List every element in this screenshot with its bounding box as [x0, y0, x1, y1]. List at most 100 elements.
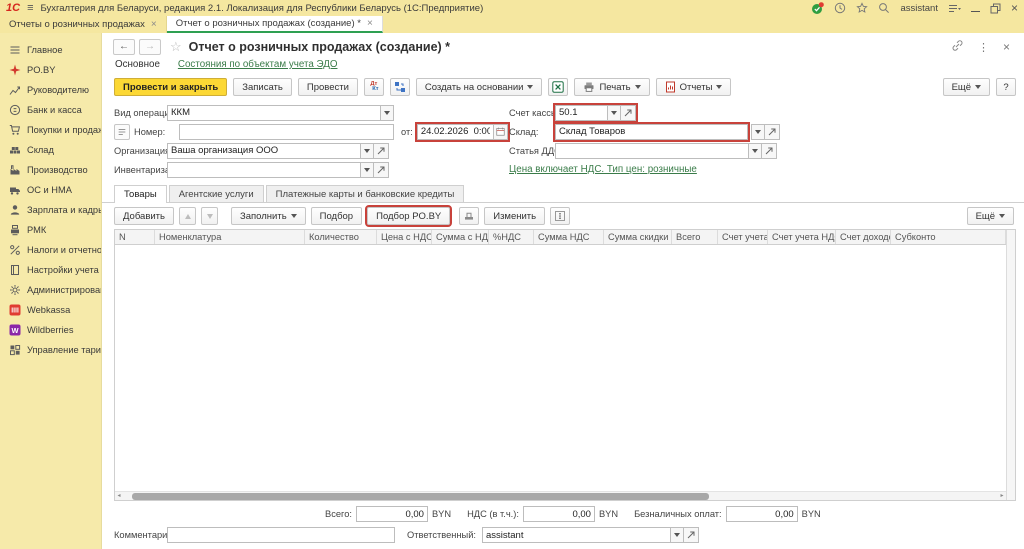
- scrollbar-thumb[interactable]: [132, 493, 710, 500]
- service-menu-icon[interactable]: [948, 3, 961, 14]
- column-header[interactable]: Субконто: [891, 230, 1006, 244]
- print-button[interactable]: Печать: [574, 78, 649, 96]
- warehouse-field[interactable]: [555, 124, 748, 140]
- tab-agent-services[interactable]: Агентские услуги: [169, 185, 264, 202]
- search-icon[interactable]: [878, 2, 890, 14]
- tab-close-icon[interactable]: ×: [367, 18, 373, 29]
- comment-field[interactable]: [167, 527, 395, 543]
- responsible-field[interactable]: [482, 527, 670, 543]
- window-minimize-icon[interactable]: [971, 5, 980, 12]
- inventory-dropdown-button[interactable]: [360, 162, 374, 178]
- post-and-close-button[interactable]: Провести и закрыть: [114, 78, 227, 96]
- tab-close-icon[interactable]: ×: [151, 19, 157, 30]
- column-header[interactable]: Всего: [672, 230, 718, 244]
- organization-dropdown-button[interactable]: [360, 143, 374, 159]
- sidebar-item-book[interactable]: Настройки учета: [0, 260, 101, 280]
- sidebar-item-wildberries[interactable]: WWildberries: [0, 320, 101, 340]
- window-restore-icon[interactable]: [990, 3, 1001, 14]
- column-header[interactable]: Счет доходов: [836, 230, 891, 244]
- column-header[interactable]: Номенклатура: [155, 230, 305, 244]
- column-header[interactable]: Счет учета НДС ...: [768, 230, 836, 244]
- number-settings-button[interactable]: [114, 124, 130, 140]
- column-header[interactable]: Цена с НДС: [377, 230, 432, 244]
- notifications-icon[interactable]: [811, 2, 824, 15]
- column-header[interactable]: Количество: [305, 230, 377, 244]
- scroll-left-icon[interactable]: ◂: [115, 492, 123, 501]
- responsible-open-button[interactable]: [684, 527, 699, 543]
- date-field[interactable]: [417, 124, 493, 140]
- related-documents-button[interactable]: [390, 78, 410, 96]
- get-link-icon[interactable]: [951, 39, 964, 55]
- back-button[interactable]: ←: [113, 39, 135, 55]
- column-header[interactable]: N: [115, 230, 155, 244]
- dds-open-button[interactable]: [762, 143, 777, 159]
- column-header[interactable]: Сумма с НДС: [432, 230, 489, 244]
- scanner-button[interactable]: [459, 207, 479, 225]
- more-actions-icon[interactable]: ⋮: [978, 41, 989, 54]
- inventory-open-button[interactable]: [374, 162, 389, 178]
- show-postings-button[interactable]: ДтКт: [364, 78, 384, 96]
- date-calendar-button[interactable]: [493, 124, 508, 140]
- add-row-button[interactable]: Добавить: [114, 207, 174, 225]
- responsible-dropdown-button[interactable]: [670, 527, 684, 543]
- move-down-button[interactable]: [201, 207, 218, 225]
- edit-row-button[interactable]: Изменить: [484, 207, 545, 225]
- more-button[interactable]: Ещё: [943, 78, 990, 96]
- main-menu-icon[interactable]: ≡: [27, 3, 33, 14]
- dds-field[interactable]: [555, 143, 748, 159]
- tab-goods[interactable]: Товары: [114, 185, 167, 203]
- pick-po-by-button[interactable]: Подбор PO.BY: [367, 207, 450, 225]
- column-header[interactable]: Счет учета: [718, 230, 768, 244]
- history-icon[interactable]: [834, 2, 846, 14]
- sidebar-item-factory[interactable]: Производство: [0, 160, 101, 180]
- column-header[interactable]: %НДС: [489, 230, 534, 244]
- sidebar-item-coin[interactable]: Банк и касса: [0, 100, 101, 120]
- reports-button[interactable]: Отчеты: [656, 78, 732, 96]
- tab-payment-cards[interactable]: Платежные карты и банковские кредиты: [266, 185, 465, 202]
- vertical-scrollbar[interactable]: [1006, 230, 1015, 500]
- dds-dropdown-button[interactable]: [748, 143, 762, 159]
- warehouse-dropdown-button[interactable]: [751, 124, 765, 140]
- sidebar-item-gear[interactable]: Администрирование: [0, 280, 101, 300]
- fill-button[interactable]: Заполнить: [231, 207, 306, 225]
- number-field[interactable]: [179, 124, 394, 140]
- column-header[interactable]: Сумма НДС: [534, 230, 604, 244]
- list-settings-button[interactable]: [550, 207, 570, 225]
- sidebar-item-tariff[interactable]: Управление тарифом: [0, 340, 101, 360]
- sidebar-item-menu[interactable]: Главное: [0, 40, 101, 60]
- column-header[interactable]: Сумма скидки: [604, 230, 672, 244]
- cash-account-dropdown-button[interactable]: [607, 105, 621, 121]
- cash-account-open-button[interactable]: [621, 105, 636, 121]
- sidebar-item-cart[interactable]: Покупки и продажи: [0, 120, 101, 140]
- sidebar-item-register[interactable]: РМК: [0, 220, 101, 240]
- post-button[interactable]: Провести: [298, 78, 358, 96]
- nav-item-main[interactable]: Основное: [115, 59, 160, 70]
- sidebar-item-person[interactable]: Зарплата и кадры: [0, 200, 101, 220]
- nav-link-edo[interactable]: Состояния по объектам учета ЭДО: [178, 59, 338, 70]
- organization-field[interactable]: [167, 143, 360, 159]
- cash-account-field[interactable]: [555, 105, 607, 121]
- excel-export-button[interactable]: [548, 78, 568, 96]
- operation-select[interactable]: [167, 105, 380, 121]
- table-more-button[interactable]: Ещё: [967, 207, 1014, 225]
- scroll-right-icon[interactable]: ▸: [998, 492, 1006, 501]
- pick-button[interactable]: Подбор: [311, 207, 362, 225]
- save-button[interactable]: Записать: [233, 78, 292, 96]
- table-body[interactable]: [115, 245, 1006, 491]
- sidebar-item-percent[interactable]: Налоги и отчетность: [0, 240, 101, 260]
- operation-dropdown-button[interactable]: [380, 105, 394, 121]
- sidebar-item-webkassa[interactable]: Webkassa: [0, 300, 101, 320]
- window-close-icon[interactable]: ×: [1011, 2, 1018, 14]
- favorites-star-icon[interactable]: [856, 2, 868, 14]
- sidebar-item-chart[interactable]: Руководителю: [0, 80, 101, 100]
- help-button[interactable]: ?: [996, 78, 1016, 96]
- warehouse-open-button[interactable]: [765, 124, 780, 140]
- sidebar-item-poby[interactable]: PO.BY: [0, 60, 101, 80]
- horizontal-scrollbar[interactable]: ◂ ▸: [115, 491, 1006, 500]
- window-tab[interactable]: Отчет о розничных продажах (создание) *×: [167, 16, 383, 33]
- create-based-on-button[interactable]: Создать на основании: [416, 78, 543, 96]
- inventory-field[interactable]: [167, 162, 360, 178]
- move-up-button[interactable]: [179, 207, 196, 225]
- current-user[interactable]: assistant: [900, 3, 938, 14]
- sidebar-item-truck[interactable]: ОС и НМА: [0, 180, 101, 200]
